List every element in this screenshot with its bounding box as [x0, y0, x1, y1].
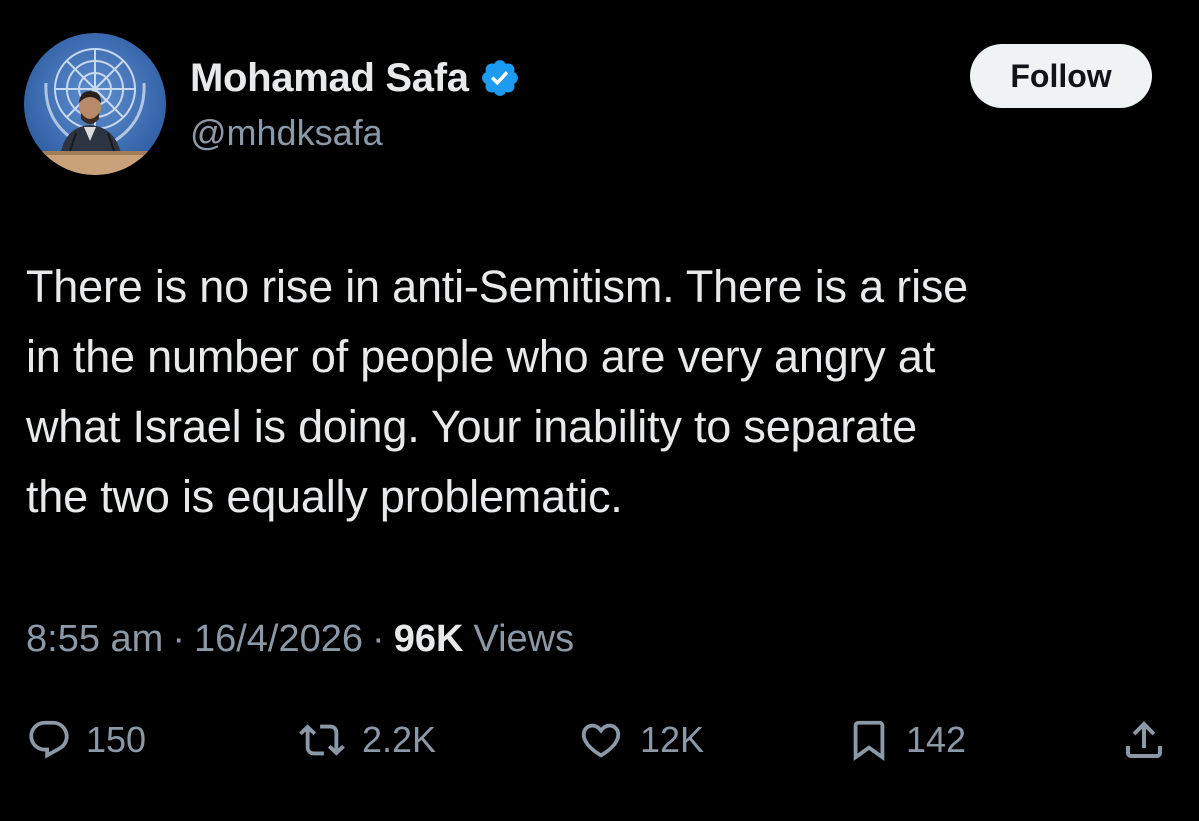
- reply-icon: [29, 720, 69, 759]
- repost-button[interactable]: 2.2K: [296, 708, 436, 772]
- avatar[interactable]: [24, 33, 166, 175]
- meta-separator: ·: [172, 617, 185, 660]
- author-name-row: Mohamad Safa: [190, 54, 521, 102]
- share-icon: [1126, 721, 1162, 758]
- tweet-text-line: There is no rise in anti-Semitism. There…: [26, 261, 968, 312]
- views-count[interactable]: 96K: [394, 618, 464, 661]
- tweet-date[interactable]: 16/4/2026: [194, 618, 363, 661]
- tweet-text-line: what Israel is doing. Your inability to …: [26, 401, 917, 452]
- like-count: 12K: [640, 719, 705, 760]
- views-label: Views: [473, 617, 575, 660]
- author-handle[interactable]: @mhdksafa: [190, 112, 383, 154]
- bookmark-count: 142: [906, 719, 967, 760]
- tweet-meta: 8:55 am · 16/4/2026 · 96K Views: [26, 612, 574, 666]
- follow-button[interactable]: Follow: [970, 44, 1152, 108]
- bookmark-button[interactable]: 142: [846, 708, 966, 772]
- reply-count: 150: [86, 719, 147, 760]
- share-button[interactable]: [1120, 708, 1168, 772]
- tweet-text: There is no rise in anti-Semitism. There…: [26, 252, 1176, 532]
- like-button[interactable]: 12K: [576, 708, 704, 772]
- reply-button[interactable]: 150: [26, 708, 146, 772]
- bookmark-icon: [853, 720, 885, 761]
- action-bar: 150 2.2K 12K 142: [0, 708, 1199, 772]
- author-display-name[interactable]: Mohamad Safa: [190, 56, 469, 101]
- verified-badge-icon: [479, 57, 521, 99]
- meta-separator: ·: [372, 617, 385, 660]
- repost-count: 2.2K: [362, 719, 437, 760]
- heart-icon: [581, 723, 621, 758]
- repost-icon: [299, 724, 345, 756]
- tweet-text-line: in the number of people who are very ang…: [26, 331, 936, 382]
- tweet-text-line: the two is equally problematic.: [26, 471, 623, 522]
- tweet-time[interactable]: 8:55 am: [26, 618, 163, 661]
- avatar-image: [24, 33, 166, 175]
